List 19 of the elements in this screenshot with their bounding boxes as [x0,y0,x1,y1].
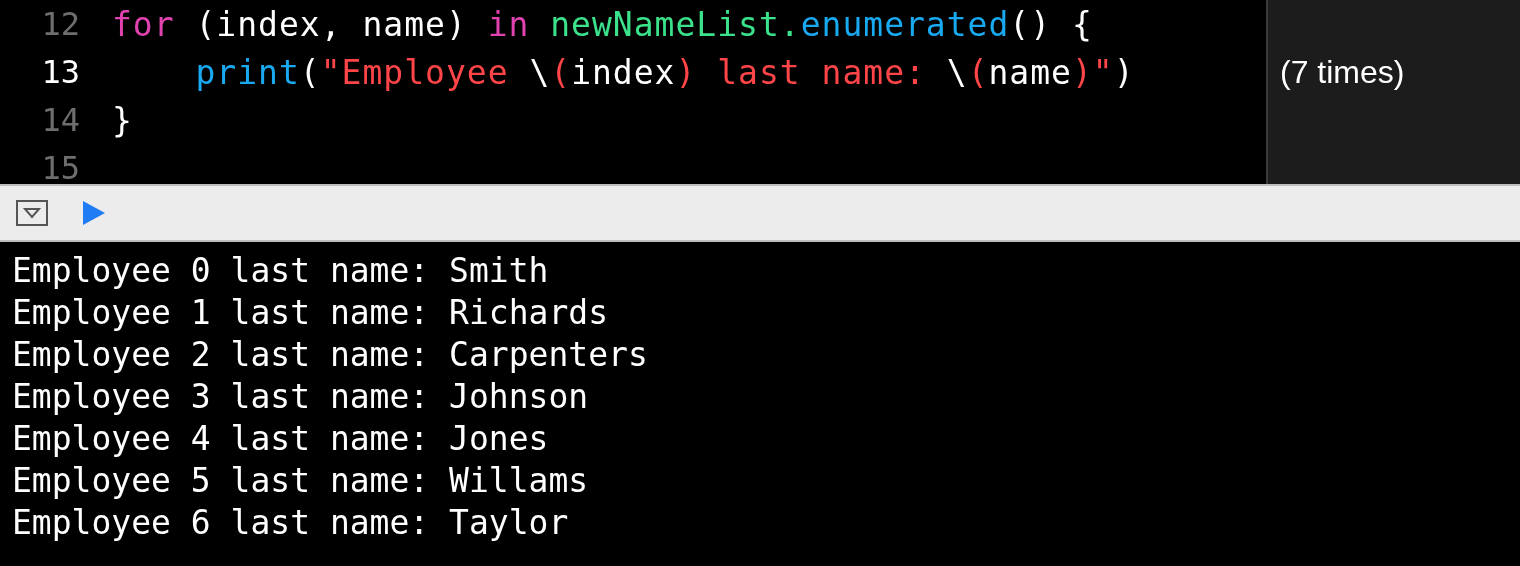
console-output-line: Employee 2 last name: Carpenters [12,334,649,376]
code-line: for (index, name) in newNameList.enumerated() { [112,4,1093,44]
hide-console-button[interactable] [16,200,48,226]
console-output-line: Employee 3 last name: Johnson [12,376,590,418]
run-button[interactable] [82,200,106,226]
code-line: print("Employee \(index) last name: \(name)") [194,52,1135,92]
result-count: (7 times) [1280,53,1405,91]
line-number: 13 [40,53,81,91]
line-number: 15 [40,149,81,184]
code-line: } [112,100,133,140]
console-output-line: Employee 4 last name: Jones [12,418,550,460]
line-number: 14 [40,101,81,139]
console-output-line: Employee 1 last name: Richards [12,292,610,334]
console-output-line: Employee 5 last name: Willams [12,460,590,502]
line-number: 12 [40,5,81,43]
play-icon [82,200,106,226]
collapse-icon [16,200,48,226]
console-output-line: Employee 6 last name: Taylor [12,502,570,544]
console-output-line: Employee 0 last name: Smith [12,250,550,292]
